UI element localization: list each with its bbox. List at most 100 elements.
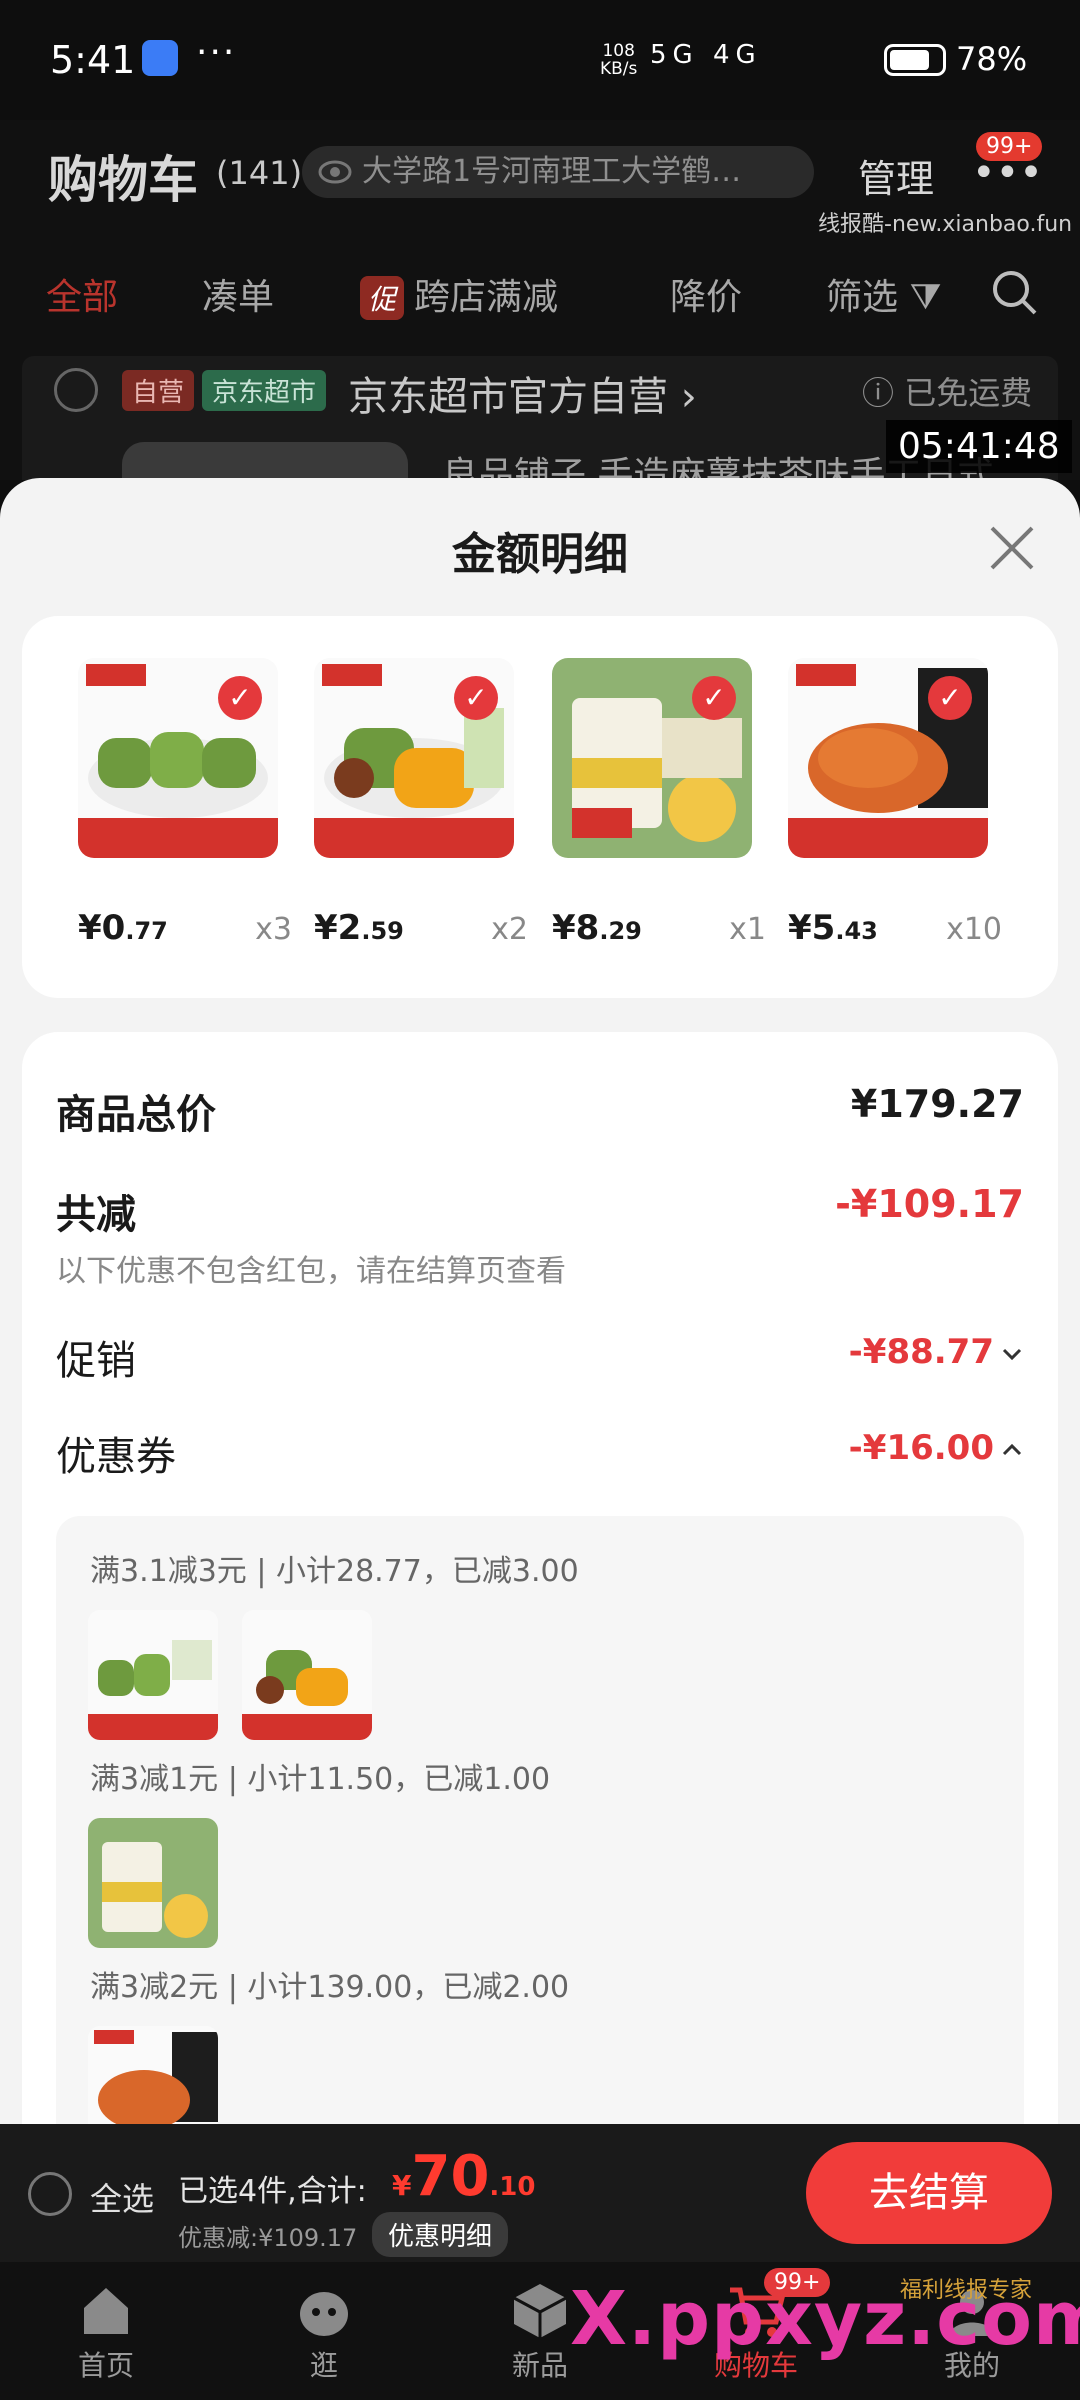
product-price-int: ¥5 (788, 908, 836, 948)
status-time: 5:41 (50, 38, 136, 82)
product-price-dec: .43 (835, 917, 878, 945)
tab-price-drop[interactable]: 降价 (670, 268, 742, 320)
page-title: 购物车 (48, 151, 198, 209)
product-item[interactable]: ✓ ¥2.59 x2 (314, 658, 528, 948)
tab-filter[interactable]: 筛选 ⧩ (826, 268, 942, 320)
tab-bundle[interactable]: 凑单 (202, 268, 274, 320)
free-shipping-label: ⓘ 已免运费 (862, 374, 1033, 412)
coupon-item-thumbnail (88, 1610, 218, 1740)
jd-supermarket-tag: 京东超市 (202, 370, 327, 411)
check-icon: ✓ (218, 676, 262, 720)
product-item[interactable]: ✓ ¥8.29 x1 (552, 658, 766, 948)
filter-tabs: 全部 凑单 促跨店满减 降价 筛选 ⧩ (0, 262, 1080, 332)
product-price-int: ¥8 (552, 908, 600, 948)
tab-cross-store-label: 跨店满减 (414, 277, 559, 318)
coupon-rule: 满3减2元 | 小计139.00，已减2.00 (90, 1970, 570, 2005)
free-shipping-text: 已免运费 (904, 374, 1033, 412)
product-item[interactable]: ✓ ¥5.43 x10 (788, 658, 1002, 948)
tab-filter-label: 筛选 (826, 277, 899, 318)
product-price: ¥0.77 (78, 908, 168, 948)
selected-summary: 已选4件,合计: (178, 2174, 367, 2209)
product-price-int: ¥0 (78, 908, 126, 948)
products-card: ✓ ¥0.77 x3 ✓ ¥2.59 x2 ✓ ¥8.29 x1 ✓ ¥5.43… (22, 616, 1058, 998)
new-products-icon (513, 2284, 567, 2338)
product-qty: x10 (946, 912, 1002, 947)
product-item[interactable]: ✓ ¥0.77 x3 (78, 658, 292, 948)
manage-button[interactable]: 管理 (858, 148, 934, 203)
baidu-app-icon (142, 40, 178, 76)
product-price-dec: .29 (599, 917, 642, 945)
tab-cross-store[interactable]: 促跨店满减 (360, 268, 558, 320)
tab-all[interactable]: 全部 (46, 268, 118, 320)
total-price-value: ¥179.27 (850, 1082, 1024, 1126)
product-qty: x1 (729, 912, 766, 947)
coupon-item-thumbnail (88, 1818, 218, 1948)
product-price-dec: .77 (125, 917, 168, 945)
nav-browse-label: 逛 (309, 2349, 338, 2382)
checkout-total-dec: .10 (489, 2172, 536, 2202)
status-bar: 5:41 ··· 108 KB/s 5G 4G 78% (0, 0, 1080, 120)
search-icon[interactable] (990, 268, 1038, 316)
checkout-bar: 全选 已选4件,合计: ¥70.10 优惠减:¥109.17 优惠明细 去结算 (0, 2124, 1080, 2262)
chevron-down-icon[interactable] (1000, 1342, 1024, 1366)
discount-summary: 优惠减:¥109.17 (178, 2224, 358, 2252)
reduction-note: 以下优惠不包含红包，请在结算页查看 (56, 1254, 566, 1289)
store-name[interactable]: 京东超市官方自营 › (348, 364, 697, 422)
product-qty: x3 (255, 912, 292, 947)
product-qty: x2 (491, 912, 528, 947)
select-all-radio[interactable] (28, 2172, 72, 2216)
check-icon: ✓ (454, 676, 498, 720)
network-speed-value: 108 (602, 41, 635, 61)
reduction-label: 共减 (56, 1192, 136, 1238)
discount-detail-button[interactable]: 优惠明细 (372, 2212, 509, 2257)
amount-detail-card: 商品总价 ¥179.27 共减 -¥109.17 以下优惠不包含红包，请在结算页… (22, 1032, 1058, 2124)
store-select-radio[interactable] (54, 368, 98, 412)
checkout-button[interactable]: 去结算 (806, 2142, 1052, 2244)
coupon-value[interactable]: -¥16.00 (849, 1428, 994, 1468)
sheet-title: 金额明细 (452, 529, 628, 580)
home-icon (84, 2288, 128, 2334)
eye-icon (318, 160, 352, 184)
check-icon: ✓ (692, 676, 736, 720)
promotion-value[interactable]: -¥88.77 (849, 1332, 994, 1372)
product-image-corn-drink: ✓ (552, 658, 752, 858)
coupon-item-thumbnail (242, 1610, 372, 1740)
store-name-text: 京东超市官方自营 (348, 374, 668, 420)
recording-timestamp: 05:41:48 (886, 420, 1072, 473)
signal-icons: 5G 4G (650, 40, 762, 70)
promo-tag: 促 (360, 276, 405, 320)
browse-icon (300, 2292, 348, 2336)
coupon-label[interactable]: 优惠券 (56, 1424, 176, 1482)
checkout-total-currency: ¥ (392, 2169, 412, 2202)
nav-browse[interactable]: 逛 (244, 2272, 404, 2384)
amount-detail-sheet: 金额明细 ✓ ¥0.77 x3 ✓ ¥2.59 x2 ✓ ¥8.29 x1 ✓ … (0, 478, 1080, 2124)
product-price: ¥8.29 (552, 908, 642, 948)
message-badge: 99+ (976, 132, 1043, 161)
cart-count: (141) (216, 154, 303, 192)
product-image-mochi-matcha: ✓ (78, 658, 278, 858)
product-price-int: ¥2 (314, 908, 362, 948)
more-notifications-icon: ··· (196, 32, 237, 73)
product-price: ¥5.43 (788, 908, 878, 948)
coupon-item-thumbnail (88, 2026, 218, 2124)
self-operated-tag: 自营 (122, 370, 195, 411)
check-icon: ✓ (928, 676, 972, 720)
filter-icon: ⧩ (909, 277, 942, 318)
reduction-value: -¥109.17 (835, 1182, 1024, 1226)
address-selector[interactable]: 大学路1号河南理工大学鹤… (302, 146, 814, 198)
close-icon[interactable] (986, 522, 1038, 574)
address-text: 大学路1号河南理工大学鹤… (362, 154, 742, 189)
nav-new-label: 新品 (511, 2349, 568, 2382)
battery-percent: 78% (956, 40, 1028, 78)
nav-home-label: 首页 (77, 2349, 134, 2382)
select-all-label[interactable]: 全选 (90, 2174, 154, 2220)
product-image-mochi-mixed: ✓ (314, 658, 514, 858)
watermark-tagline: 福利线报专家 (900, 2278, 1033, 2303)
nav-home[interactable]: 首页 (26, 2272, 186, 2384)
promotion-label[interactable]: 促销 (56, 1328, 136, 1386)
battery-icon (884, 44, 946, 76)
chevron-up-icon[interactable] (1000, 1438, 1024, 1462)
network-speed-unit: KB/s (600, 59, 638, 79)
coupon-rule: 满3.1减3元 | 小计28.77，已减3.00 (90, 1554, 579, 1589)
checkout-total: ¥70.10 (392, 2144, 535, 2209)
